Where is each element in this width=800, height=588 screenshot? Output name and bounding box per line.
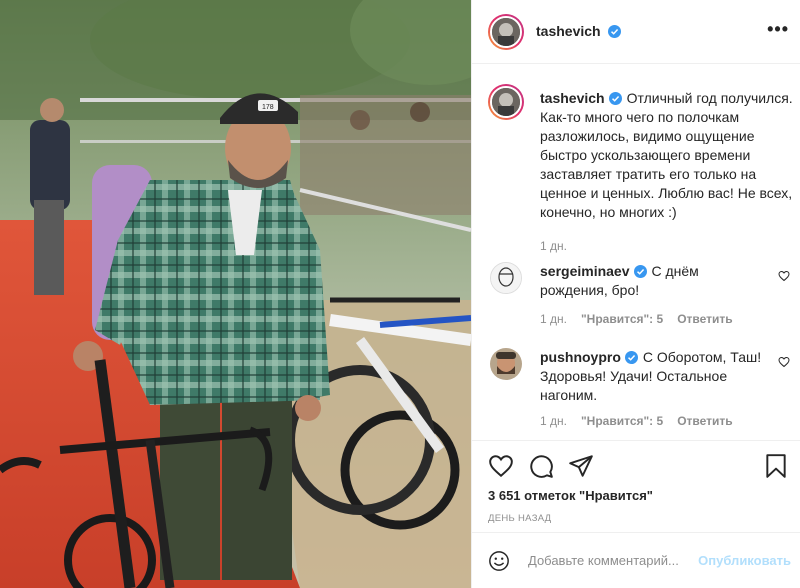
post-photo[interactable]: 178 <box>0 0 471 588</box>
comment-meta: 1 дн. "Нравится": 5 Ответить <box>540 414 747 428</box>
comment-likes[interactable]: "Нравится": 5 <box>581 414 663 428</box>
verified-badge-icon <box>608 92 622 105</box>
caption-username[interactable]: tashevich <box>540 90 605 106</box>
comment-bubble-icon[interactable] <box>528 453 554 479</box>
comment-time[interactable]: 1 дн. <box>540 312 567 326</box>
comment-like-heart-icon[interactable] <box>778 270 790 282</box>
comment-username[interactable]: sergeiminaev <box>540 263 630 279</box>
photo-illustration: 178 <box>0 0 471 588</box>
comment-meta: 1 дн. "Нравится": 5 Ответить <box>540 312 747 326</box>
comment-body: sergeiminaev С днём рождения, бро! <box>540 262 770 300</box>
author-name-row: tashevich <box>536 23 622 39</box>
add-comment-input[interactable] <box>528 549 704 571</box>
post-sidebar: tashevich ••• tashevich Отличный год пол… <box>471 0 800 588</box>
avatar-image <box>491 263 521 293</box>
comment-username[interactable]: pushnoypro <box>540 349 621 365</box>
emoji-smile-icon[interactable] <box>488 550 510 572</box>
avatar-image <box>492 88 520 116</box>
save-bookmark-icon[interactable] <box>763 453 789 479</box>
reply-button[interactable]: Ответить <box>677 312 732 326</box>
bib-number: 178 <box>262 104 274 111</box>
comment-item: pushnoypro С Оборотом, Таш! Здоровья! Уда… <box>488 348 790 428</box>
share-paper-plane-icon[interactable] <box>568 453 594 479</box>
verified-badge-icon <box>624 351 638 364</box>
like-heart-icon[interactable] <box>488 453 514 479</box>
commenter-avatar[interactable] <box>490 348 522 380</box>
commenter-avatar[interactable] <box>490 262 522 294</box>
avatar-image <box>490 348 522 380</box>
author-username[interactable]: tashevich <box>536 23 601 39</box>
comment-body: pushnoypro С Оборотом, Таш! Здоровья! Уда… <box>540 348 770 405</box>
more-horizontal-icon[interactable]: ••• <box>767 20 789 38</box>
comment-time[interactable]: 1 дн. <box>540 414 567 428</box>
avatar-image <box>492 18 520 46</box>
caption-text: Отличный год получился. Как-то много чег… <box>540 90 793 220</box>
reply-button[interactable]: Ответить <box>677 414 732 428</box>
comment-likes[interactable]: "Нравится": 5 <box>581 312 663 326</box>
post-timestamp[interactable]: ДЕНЬ НАЗАД <box>488 513 551 524</box>
publish-button[interactable]: Опубликовать <box>698 553 791 568</box>
verified-badge-icon <box>608 25 622 38</box>
verified-badge-icon <box>633 265 647 278</box>
post-header: tashevich ••• <box>472 0 800 64</box>
caption-body: tashevich Отличный год получился. Как-то … <box>540 89 800 256</box>
comment-item: sergeiminaev С днём рождения, бро! 1 дн. "… <box>488 262 790 332</box>
comment-like-heart-icon[interactable] <box>778 356 790 368</box>
caption-avatar[interactable] <box>488 84 524 120</box>
add-comment-bar: Опубликовать <box>472 532 800 588</box>
likes-count[interactable]: 3 651 отметок "Нравится" <box>488 488 653 503</box>
caption-time[interactable]: 1 дн. <box>540 237 800 256</box>
instagram-post: 178 tashevich ••• tashevich Отличный год… <box>0 0 800 588</box>
author-avatar[interactable] <box>488 14 524 50</box>
